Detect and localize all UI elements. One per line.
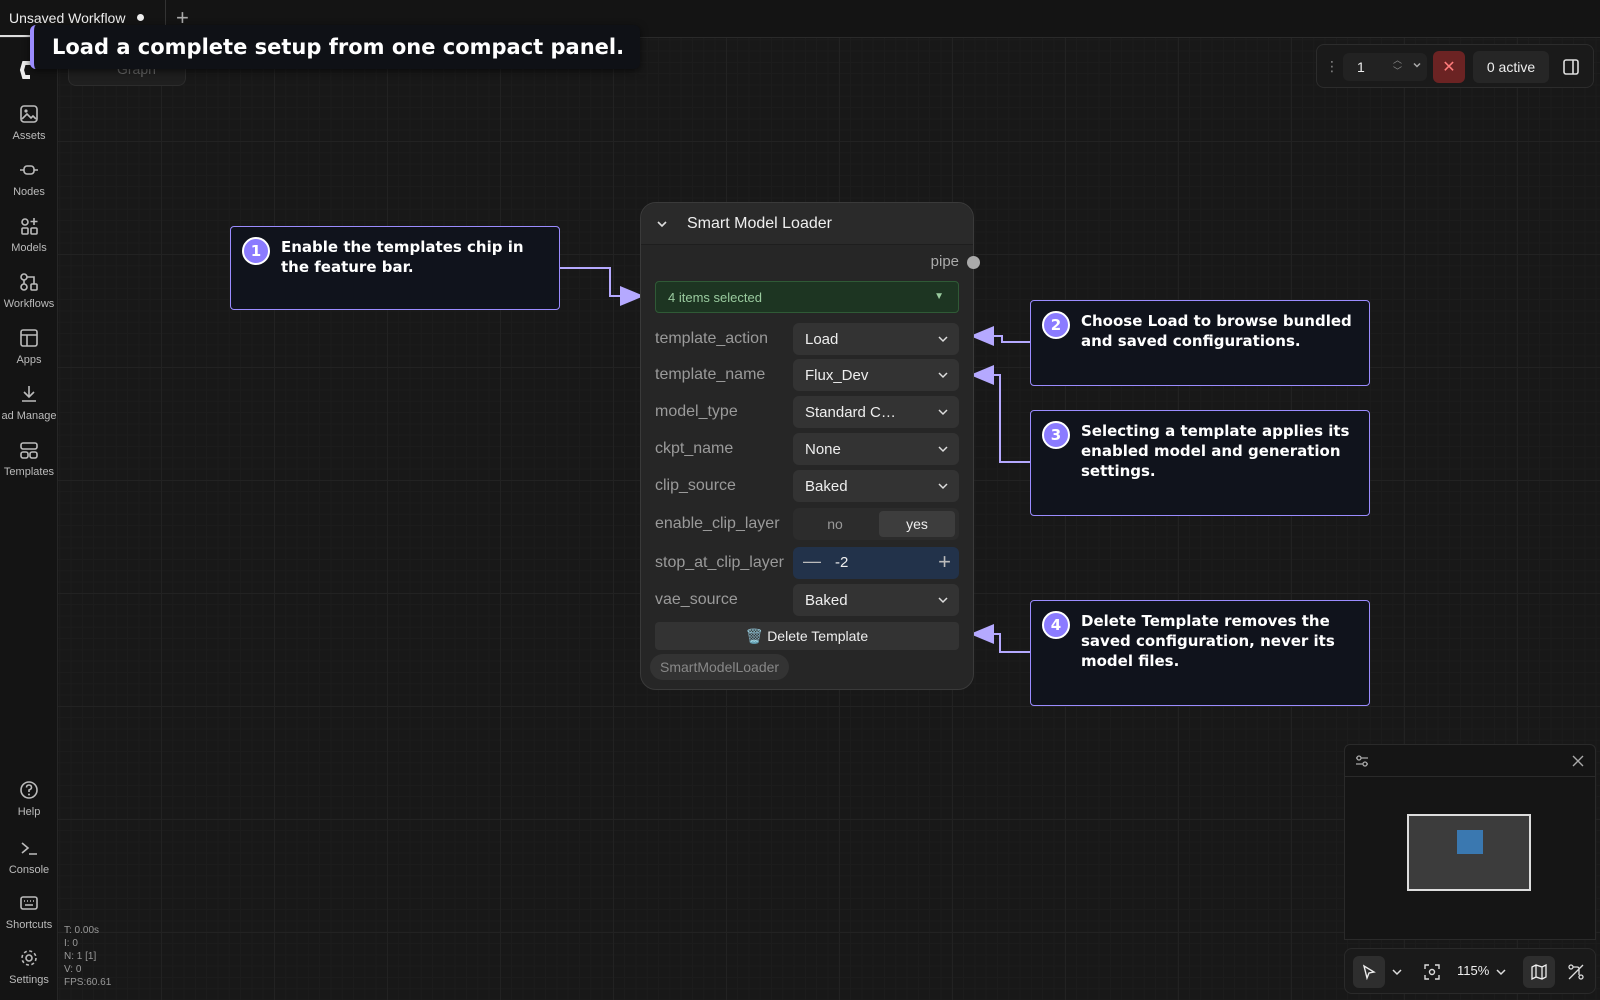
minimap-header <box>1345 745 1595 777</box>
callout-text: Selecting a template applies its enabled… <box>1081 422 1350 480</box>
callout-step-2: 2 Choose Load to browse bundled and save… <box>1030 300 1370 386</box>
node-header[interactable]: Smart Model Loader <box>641 203 973 245</box>
zoom-level[interactable]: 115% <box>1457 963 1489 978</box>
callout-text: Delete Template removes the saved config… <box>1081 612 1335 670</box>
hide-links-icon[interactable] <box>1567 963 1585 981</box>
map-icon <box>1531 964 1547 980</box>
chevron-down-icon[interactable] <box>1495 966 1507 978</box>
select-value: Baked <box>805 591 848 609</box>
widget-label: template_name <box>655 366 766 383</box>
minimap-node <box>1457 830 1483 854</box>
decrement-icon[interactable]: — <box>803 551 821 572</box>
features-multiselect[interactable]: 4 items selected ▼ <box>655 281 959 313</box>
toggle-minimap-button[interactable] <box>1523 956 1555 988</box>
widget-ckpt-name: ckpt_name None <box>655 433 959 465</box>
widget-label: ckpt_name <box>655 440 734 457</box>
widget-template-action: template_action Load <box>655 323 959 355</box>
cursor-icon <box>1362 964 1376 980</box>
output-pipe-socket[interactable] <box>967 256 980 269</box>
select-value: Standard C… <box>805 403 896 421</box>
output-pipe-label: pipe <box>930 253 959 270</box>
select-value: Baked <box>805 477 848 495</box>
stat-i: I: 0 <box>64 938 78 949</box>
step-badge: 1 <box>242 237 270 265</box>
chevron-down-icon[interactable] <box>1391 966 1403 978</box>
increment-icon[interactable]: + <box>938 549 951 575</box>
callout-step-1: 1 Enable the templates chip in the featu… <box>230 226 560 310</box>
node-class-badge: SmartModelLoader <box>650 654 790 680</box>
close-icon[interactable] <box>1571 754 1585 768</box>
render-stats: T: 0.00s I: 0 N: 1 [1] V: 0 FPS:60.61 <box>64 924 111 989</box>
callout-text: Enable the templates chip in the feature… <box>281 238 524 276</box>
chevron-down-icon <box>938 483 948 490</box>
widget-clip-source: clip_source Baked <box>655 470 959 502</box>
smart-model-loader-node[interactable]: Smart Model Loader pipe 4 items selected… <box>640 202 980 690</box>
chevron-down-icon <box>938 409 948 416</box>
step-badge: 2 <box>1042 311 1070 339</box>
dropdown-triangle-icon: ▼ <box>934 291 944 302</box>
vae-source-select[interactable]: Baked <box>793 584 959 616</box>
widget-stop-at-clip-layer: stop_at_clip_layer — -2 + <box>655 547 959 579</box>
widget-label: model_type <box>655 403 738 420</box>
delete-template-button[interactable]: 🗑️ Delete Template <box>655 622 959 650</box>
toggle-option-no[interactable]: no <box>797 511 873 537</box>
widget-vae-source: vae_source Baked <box>655 584 959 616</box>
sliders-icon[interactable] <box>1355 754 1369 768</box>
widget-template-name: template_name Flux_Dev <box>655 359 959 391</box>
callout-step-3: 3 Selecting a template applies its enabl… <box>1030 410 1370 516</box>
node-title: Smart Model Loader <box>687 214 832 232</box>
widget-label: stop_at_clip_layer <box>655 554 784 571</box>
select-value: None <box>805 440 841 458</box>
toggle-option-yes[interactable]: yes <box>879 511 955 537</box>
stop-at-clip-layer-stepper[interactable]: — -2 + <box>793 547 959 579</box>
enable-clip-layer-toggle[interactable]: no yes <box>793 508 959 540</box>
widget-label: clip_source <box>655 477 736 494</box>
step-badge: 4 <box>1042 611 1070 639</box>
multiselect-value: 4 items selected <box>668 289 762 305</box>
widget-label: enable_clip_layer <box>655 515 780 532</box>
ckpt-name-select[interactable]: None <box>793 433 959 465</box>
model-type-select[interactable]: Standard C… <box>793 396 959 428</box>
widget-label: template_action <box>655 330 768 347</box>
template-action-select[interactable]: Load <box>793 323 959 355</box>
select-tool-button[interactable] <box>1353 956 1385 988</box>
widget-model-type: model_type Standard C… <box>655 396 959 428</box>
clip-source-select[interactable]: Baked <box>793 470 959 502</box>
template-name-select[interactable]: Flux_Dev <box>793 359 959 391</box>
chevron-down-icon <box>938 372 948 379</box>
stat-time: T: 0.00s <box>64 925 100 936</box>
stepper-value[interactable]: -2 <box>835 554 848 571</box>
callout-text: Choose Load to browse bundled and saved … <box>1081 312 1352 350</box>
callout-step-4: 4 Delete Template removes the saved conf… <box>1030 600 1370 706</box>
fit-view-icon[interactable] <box>1423 963 1441 981</box>
minimap-panel[interactable] <box>1344 744 1596 940</box>
chevron-down-icon <box>938 597 948 604</box>
collapse-chevron-icon[interactable] <box>655 217 669 231</box>
step-badge: 3 <box>1042 421 1070 449</box>
stat-fps: FPS:60.61 <box>64 977 112 988</box>
chevron-down-icon <box>938 446 948 453</box>
select-value: Load <box>805 330 839 348</box>
chevron-down-icon <box>938 336 948 343</box>
widget-label: vae_source <box>655 591 738 608</box>
stat-v: V: 0 <box>64 964 82 975</box>
stat-nodes: N: 1 [1] <box>64 951 97 962</box>
select-value: Flux_Dev <box>805 366 869 384</box>
canvas-toolbar: 115% <box>1344 948 1596 994</box>
widget-enable-clip-layer: enable_clip_layer no yes <box>655 508 959 540</box>
